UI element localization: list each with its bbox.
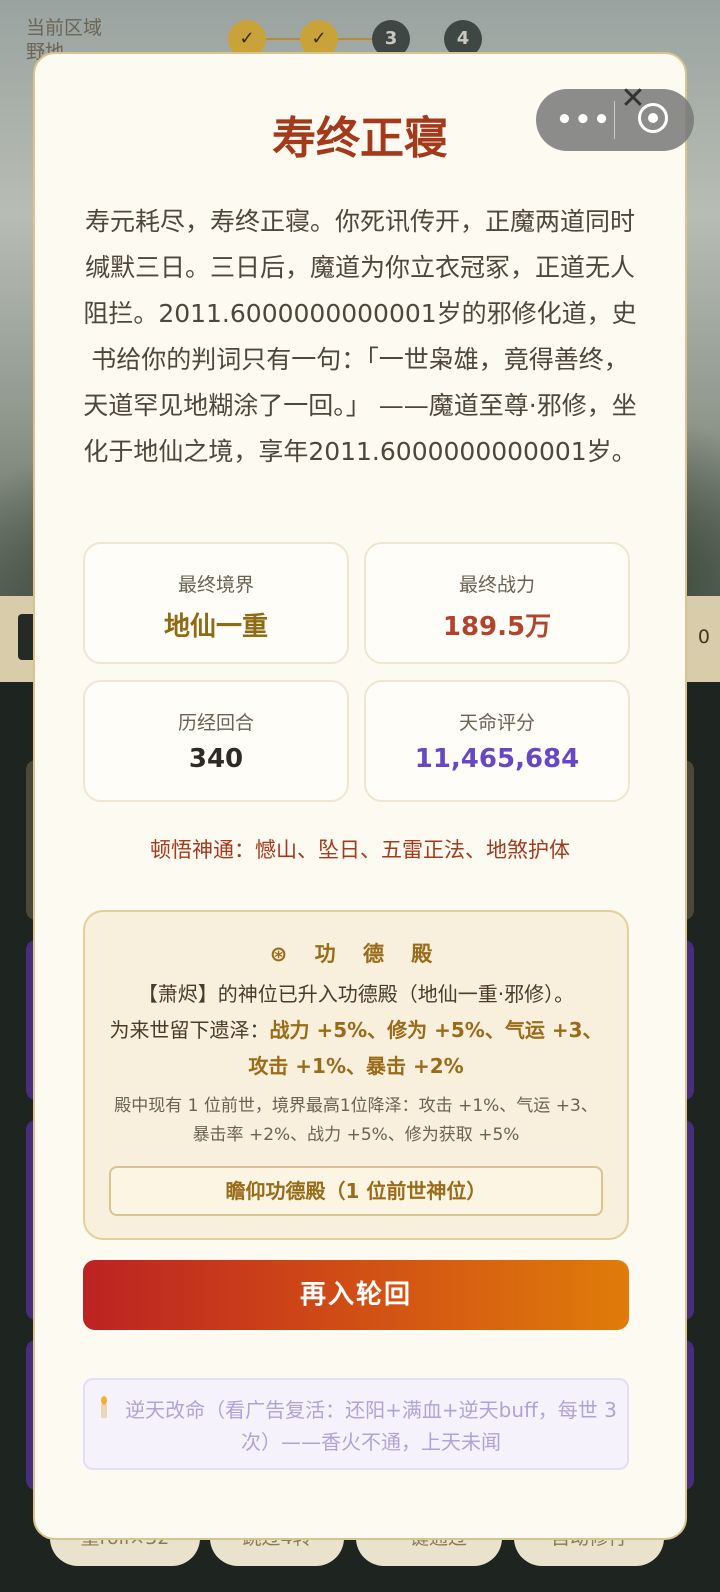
capsule-divider xyxy=(614,101,615,139)
stat-rounds: 历经回合 340 xyxy=(83,680,349,802)
stat-label: 最终战力 xyxy=(458,574,535,596)
stat-value: 340 xyxy=(188,744,244,774)
stat-label: 最终境界 xyxy=(177,574,254,596)
rebirth-button[interactable]: 再入轮回 xyxy=(83,1260,629,1330)
stat-value: 189.5万 xyxy=(442,612,552,642)
more-options-icon[interactable]: ••• xyxy=(556,105,612,135)
stat-value: 11,465,684 xyxy=(414,744,580,774)
ending-story-text: 寿元耗尽，寿终正寝。你死讯传开，正魔两道同时缄默三日。三日后，魔道为你立衣冠冢，… xyxy=(83,207,637,466)
merit-hall-panel: ⊛ 功 德 殿 【萧烬】的神位已升入功德殿（地仙一重·邪修）。 为来世留下遗泽：… xyxy=(83,910,629,1240)
background-number: 0 xyxy=(697,626,710,648)
merit-hall-title: ⊛ 功 德 殿 xyxy=(269,942,443,966)
candle-icon xyxy=(99,1396,109,1418)
stat-value: 地仙一重 xyxy=(163,612,268,642)
stat-label: 天命评分 xyxy=(458,712,535,734)
ad-revive-text: 逆天改命（看广告复活：还阳+满血+逆天buff，每世 3 次）——香火不通，上天… xyxy=(125,1398,617,1454)
view-merit-hall-button[interactable]: 瞻仰功德殿（1 位前世神位） xyxy=(109,1166,603,1216)
ad-revive-button[interactable]: 逆天改命（看广告复活：还阳+满血+逆天buff，每世 3 次）——香火不通，上天… xyxy=(83,1378,629,1470)
enlightened-skills-text: 顿悟神通：憾山、坠日、五雷正法、地煞护体 xyxy=(150,838,570,862)
merit-line1: 【萧烬】的神位已升入功德殿（地仙一重·邪修）。 xyxy=(137,982,575,1006)
stat-final-power: 最终战力 189.5万 xyxy=(364,542,630,664)
area-label-text: 当前区域 xyxy=(26,17,103,39)
merit-line2-prefix: 为来世留下遗泽： xyxy=(109,1018,270,1042)
merit-hall-description: 【萧烬】的神位已升入功德殿（地仙一重·邪修）。 为来世留下遗泽：战力 +5%、修… xyxy=(109,976,603,1084)
stat-final-realm: 最终境界 地仙一重 xyxy=(83,542,349,664)
merit-hall-subtext: 殿中现有 1 位前世，境界最高1位降泽：攻击 +1%、气运 +3、暴击率 +2%… xyxy=(114,1096,598,1145)
stat-destiny-score: 天命评分 11,465,684 xyxy=(364,680,630,802)
merit-bonus-list: 战力 +5%、修为 +5%、气运 +3、攻击 +1%、暴击 +2% xyxy=(248,1018,603,1078)
close-icon[interactable]: ✕ xyxy=(618,84,648,114)
miniprogram-capsule: ••• xyxy=(536,89,694,151)
stat-label: 历经回合 xyxy=(177,712,254,734)
ending-modal: 寿终正寝 寿元耗尽，寿终正寝。你死讯传开，正魔两道同时缄默三日。三日后，魔道为你… xyxy=(33,52,687,1540)
